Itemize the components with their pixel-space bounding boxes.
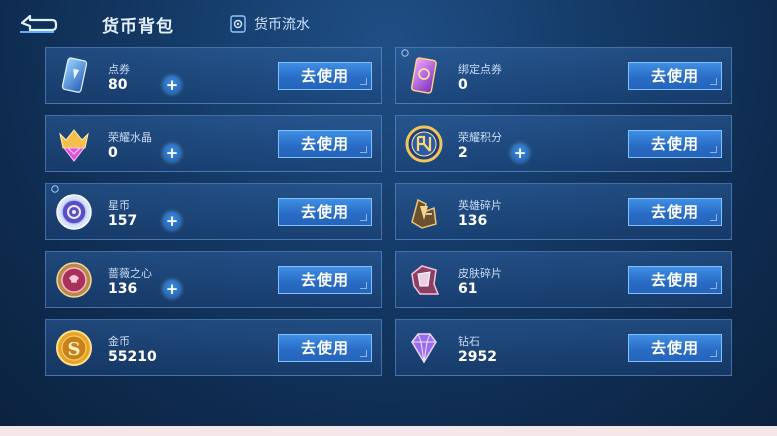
back-arrow-icon[interactable] xyxy=(18,12,58,34)
currency-amount: 157 xyxy=(108,213,138,229)
currency-card-coupon: 点券 80 + 去使用 xyxy=(45,47,382,104)
flow-icon xyxy=(230,15,246,33)
currency-card-star-coin: 星币 157 + 去使用 xyxy=(45,183,382,240)
currency-flow-link[interactable]: 货币流水 xyxy=(230,14,310,34)
bottom-strip xyxy=(0,426,777,436)
rose-heart-icon xyxy=(56,262,92,298)
currency-name: 荣耀积分 xyxy=(458,131,502,144)
use-bound-coupon-button[interactable]: 去使用 xyxy=(628,62,722,90)
currency-card-gold-coin: S 金币 55210 去使用 xyxy=(45,319,382,376)
currency-name: 绑定点券 xyxy=(458,63,502,76)
gold-coin-icon: S xyxy=(56,330,92,366)
use-star-coin-button[interactable]: 去使用 xyxy=(278,198,372,226)
currency-name: 荣耀水晶 xyxy=(108,131,152,144)
currency-amount: 61 xyxy=(458,281,478,297)
currency-name: 蔷薇之心 xyxy=(108,267,152,280)
glory-crystal-icon xyxy=(59,129,89,162)
skin-fragment-icon xyxy=(411,265,440,295)
use-gold-coin-button[interactable]: 去使用 xyxy=(278,334,372,362)
currency-amount: 0 xyxy=(108,145,118,161)
currency-card-glory-crystal: 荣耀水晶 0 + 去使用 xyxy=(45,115,382,172)
use-rose-heart-button[interactable]: 去使用 xyxy=(278,266,372,294)
currency-amount: 0 xyxy=(458,77,468,93)
currency-amount: 2 xyxy=(458,145,468,161)
currency-card-hero-fragment: 英雄碎片 136 去使用 xyxy=(395,183,732,240)
add-star-coin-button[interactable]: + xyxy=(163,212,181,230)
star-coin-icon xyxy=(56,194,92,230)
diamond-icon xyxy=(411,333,437,364)
currency-name: 皮肤碎片 xyxy=(458,267,502,280)
coupon-icon xyxy=(61,57,88,93)
currency-name: 星币 xyxy=(108,199,130,212)
svg-text:S: S xyxy=(68,339,81,360)
use-skin-fragment-button[interactable]: 去使用 xyxy=(628,266,722,294)
use-coupon-button[interactable]: 去使用 xyxy=(278,62,372,90)
top-bar: 货币背包 货币流水 xyxy=(0,0,777,44)
add-rose-heart-button[interactable]: + xyxy=(163,280,181,298)
add-glory-points-button[interactable]: + xyxy=(511,144,529,162)
add-coupon-button[interactable]: + xyxy=(163,76,181,94)
flow-label: 货币流水 xyxy=(254,17,310,33)
hero-fragment-icon xyxy=(411,198,437,229)
currency-amount: 136 xyxy=(108,281,138,297)
currency-amount: 136 xyxy=(458,213,488,229)
currency-name: 金币 xyxy=(108,335,130,348)
currency-name: 钻石 xyxy=(458,335,480,348)
currency-card-bound-coupon: 绑定点券 0 去使用 xyxy=(395,47,732,104)
add-glory-crystal-button[interactable]: + xyxy=(163,144,181,162)
currency-card-glory-points: 荣耀积分 2 + 去使用 xyxy=(395,115,732,172)
currency-card-rose-heart: 蔷薇之心 136 + 去使用 xyxy=(45,251,382,308)
use-diamond-button[interactable]: 去使用 xyxy=(628,334,722,362)
currency-amount: 2952 xyxy=(458,349,497,365)
use-glory-points-button[interactable]: 去使用 xyxy=(628,130,722,158)
page-title: 货币背包 xyxy=(102,17,174,37)
bound-coupon-icon xyxy=(410,57,437,94)
currency-amount: 80 xyxy=(108,77,128,93)
use-glory-crystal-button[interactable]: 去使用 xyxy=(278,130,372,158)
currency-card-skin-fragment: 皮肤碎片 61 去使用 xyxy=(395,251,732,308)
currency-name: 点券 xyxy=(108,63,130,76)
glory-points-icon xyxy=(405,125,443,163)
currency-card-diamond: 钻石 2952 去使用 xyxy=(395,319,732,376)
currency-name: 英雄碎片 xyxy=(458,199,502,212)
use-hero-fragment-button[interactable]: 去使用 xyxy=(628,198,722,226)
currency-amount: 55210 xyxy=(108,349,157,365)
